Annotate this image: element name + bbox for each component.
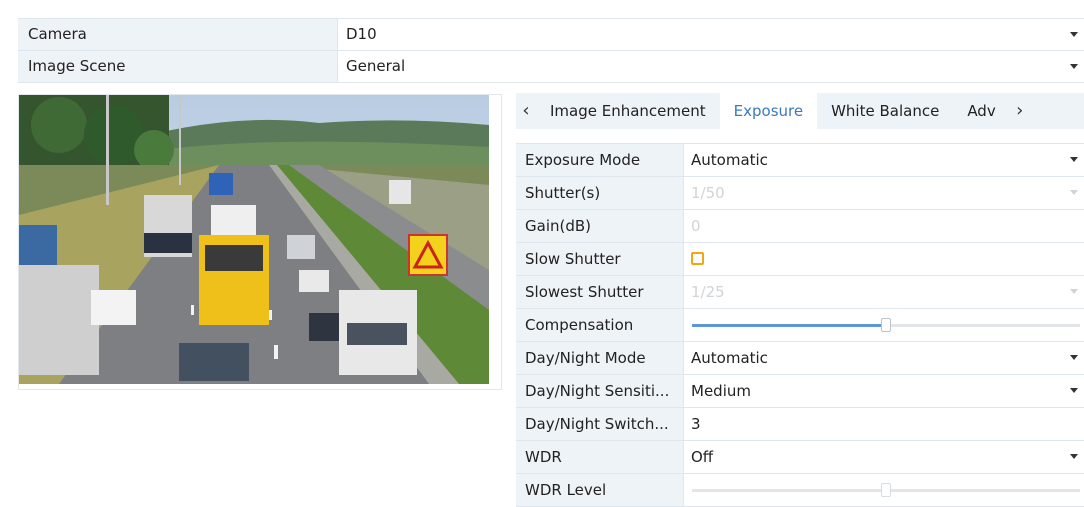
day-night-mode-label: Day/Night Mode [516,342,684,374]
chevron-right-icon[interactable]: › [1010,93,1030,129]
compensation-label: Compensation [516,309,684,341]
settings-tabs: ‹ Image Enhancement Exposure White Balan… [516,93,1084,129]
gain-field: 0 [684,210,1084,242]
day-night-mode-select[interactable]: Automatic [684,342,1084,374]
day-night-switch-row: Day/Night Switch... 3 [516,408,1084,441]
exposure-mode-select[interactable]: Automatic [684,144,1084,176]
day-night-switch-label: Day/Night Switch... [516,408,684,440]
chevron-down-icon [1070,388,1078,393]
tab-advanced[interactable]: Adv [953,93,1009,129]
compensation-slider-handle[interactable] [881,318,891,332]
chevron-down-icon [1070,157,1078,162]
shutter-value: 1/50 [691,184,725,202]
wdr-level-slider [692,483,1080,497]
image-scene-select[interactable]: General [338,51,1084,82]
wdr-level-row: WDR Level [516,474,1084,507]
slow-shutter-checkbox[interactable] [691,252,704,265]
slow-shutter-cell [684,243,1084,275]
day-night-mode-row: Day/Night Mode Automatic [516,342,1084,375]
slowest-shutter-label: Slowest Shutter [516,276,684,308]
image-scene-value: General [346,57,406,75]
wdr-level-cell [684,474,1084,506]
chevron-down-icon [1070,355,1078,360]
chevron-down-icon [1070,454,1078,459]
chevron-left-icon[interactable]: ‹ [516,93,536,129]
day-night-sensitivity-row: Day/Night Sensiti... Medium [516,375,1084,408]
compensation-slider[interactable] [692,318,1080,332]
camera-row: Camera D10 [18,19,1084,51]
gain-row: Gain(dB) 0 [516,210,1084,243]
wdr-select[interactable]: Off [684,441,1084,473]
exposure-settings-grid: Exposure Mode Automatic Shutter(s) 1/50 … [516,143,1084,507]
image-scene-row: Image Scene General [18,51,1084,83]
tab-exposure[interactable]: Exposure [719,93,818,129]
tab-image-enhancement[interactable]: Image Enhancement [536,93,720,129]
chevron-down-icon [1070,190,1078,195]
slowest-shutter-value: 1/25 [691,283,725,301]
image-scene-label: Image Scene [18,51,338,82]
day-night-switch-input[interactable]: 3 [684,408,1084,440]
wdr-level-label: WDR Level [516,474,684,506]
gain-label: Gain(dB) [516,210,684,242]
camera-preview-image [19,95,489,384]
wdr-level-slider-fill [692,489,886,492]
live-preview-panel [18,94,502,390]
shutter-row: Shutter(s) 1/50 [516,177,1084,210]
tab-white-balance[interactable]: White Balance [817,93,953,129]
slow-shutter-row: Slow Shutter [516,243,1084,276]
compensation-slider-fill [692,324,886,327]
slow-shutter-label: Slow Shutter [516,243,684,275]
shutter-select: 1/50 [684,177,1084,209]
wdr-label: WDR [516,441,684,473]
shutter-label: Shutter(s) [516,177,684,209]
chevron-down-icon [1070,64,1078,69]
day-night-sensitivity-select[interactable]: Medium [684,375,1084,407]
camera-value: D10 [346,25,377,43]
wdr-level-slider-handle [881,483,891,497]
day-night-sensitivity-value: Medium [691,382,751,400]
camera-select[interactable]: D10 [338,19,1084,50]
slowest-shutter-row: Slowest Shutter 1/25 [516,276,1084,309]
exposure-mode-label: Exposure Mode [516,144,684,176]
exposure-mode-row: Exposure Mode Automatic [516,144,1084,177]
chevron-down-icon [1070,289,1078,294]
day-night-mode-value: Automatic [691,349,768,367]
compensation-cell [684,309,1084,341]
slowest-shutter-select: 1/25 [684,276,1084,308]
camera-label: Camera [18,19,338,50]
day-night-sensitivity-label: Day/Night Sensiti... [516,375,684,407]
compensation-row: Compensation [516,309,1084,342]
exposure-mode-value: Automatic [691,151,768,169]
camera-settings-header: Camera D10 Image Scene General [18,18,1084,83]
chevron-down-icon [1070,32,1078,37]
wdr-row: WDR Off [516,441,1084,474]
wdr-value: Off [691,448,714,466]
day-night-switch-value: 3 [691,415,701,433]
gain-value: 0 [691,217,701,235]
